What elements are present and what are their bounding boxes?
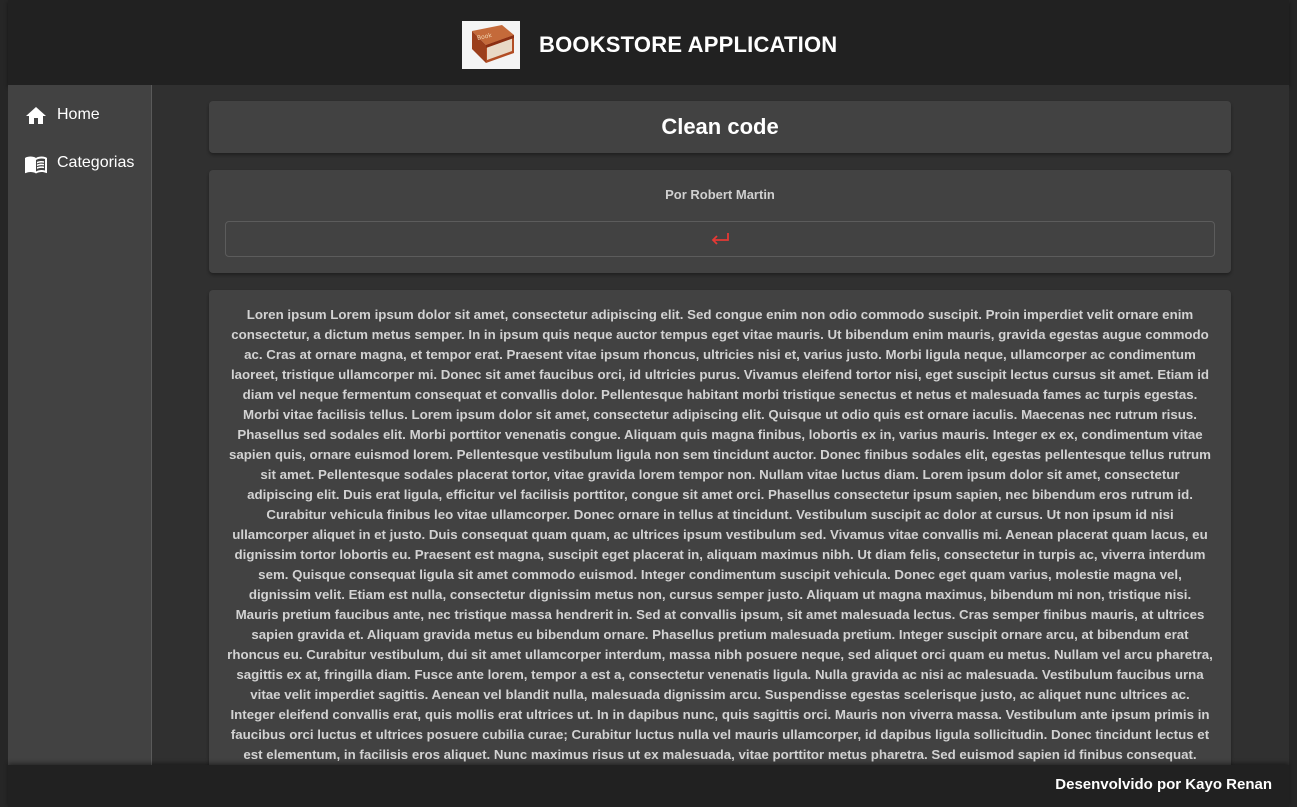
book-author-card: Por Robert Martin (209, 170, 1231, 273)
main-content: Clean code Por Robert Martin Loren ipsum… (152, 85, 1289, 765)
book-title-card: Clean code (209, 101, 1231, 153)
sidebar-item-home[interactable]: Home (8, 94, 151, 138)
return-arrow-icon (711, 233, 729, 245)
app-title: BOOKSTORE APPLICATION (539, 32, 838, 57)
sidebar: Home Categorias (8, 85, 152, 765)
menu-book-icon (24, 152, 48, 176)
footer-credit: Desenvolvido por Kayo Renan (1055, 776, 1272, 793)
back-button[interactable] (225, 221, 1215, 257)
book-author: Por Robert Martin (665, 187, 775, 202)
book-title: Clean code (661, 114, 779, 139)
sidebar-item-categorias[interactable]: Categorias (8, 142, 151, 186)
book-content-card: Loren ipsum Lorem ipsum dolor sit amet, … (209, 290, 1231, 765)
app-footer: Desenvolvido por Kayo Renan (8, 765, 1289, 807)
book-content-text: Loren ipsum Lorem ipsum dolor sit amet, … (227, 307, 1213, 762)
book-icon: Book (462, 21, 520, 69)
sidebar-item-label: Categorias (57, 154, 135, 171)
home-icon (24, 104, 48, 128)
app-header: Book BOOKSTORE APPLICATION (8, 0, 1289, 85)
sidebar-item-label: Home (57, 106, 100, 123)
app-frame: Book BOOKSTORE APPLICATION Home Categori… (0, 0, 1297, 807)
